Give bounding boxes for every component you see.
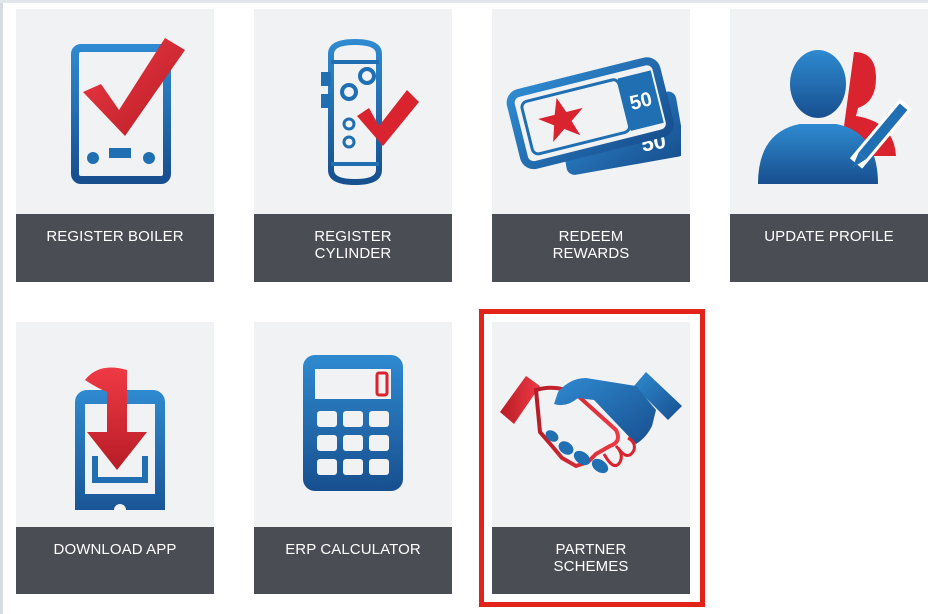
tile-art [492, 322, 690, 527]
page-frame-left [0, 0, 3, 614]
phone-download-icon [75, 367, 165, 510]
tile-download-app[interactable]: DOWNLOAD APP [16, 322, 214, 594]
reward-vouchers-icon: 50 50 [506, 56, 681, 175]
tile-art [16, 322, 214, 527]
tile-label: DOWNLOAD APP [16, 527, 214, 594]
page-frame-top [0, 0, 928, 3]
cylinder-check-icon [321, 38, 419, 185]
tile-art [730, 9, 928, 214]
tile-label: REDEEM REWARDS [492, 214, 690, 282]
tile-label: UPDATE PROFILE [730, 214, 928, 282]
tile-art [254, 322, 452, 527]
tile-partner-schemes[interactable]: PARTNER SCHEMES [492, 322, 690, 594]
tile-art [254, 9, 452, 214]
handshake-icon [500, 371, 682, 473]
tile-label: REGISTER CYLINDER [254, 214, 452, 282]
tile-update-profile[interactable]: UPDATE PROFILE [730, 9, 928, 282]
tile-art: 50 50 [492, 9, 690, 214]
tile-redeem-rewards[interactable]: 50 50 REDEEM REWARDS [492, 9, 690, 282]
calculator-icon [303, 354, 403, 491]
tile-art [16, 9, 214, 214]
tile-label: REGISTER BOILER [16, 214, 214, 282]
user-profile-edit-icon [758, 49, 913, 184]
tile-label: PARTNER SCHEMES [492, 527, 690, 594]
boiler-check-icon [71, 37, 185, 184]
tile-erp-calculator[interactable]: ERP CALCULATOR [254, 322, 452, 594]
tile-register-boiler[interactable]: REGISTER BOILER [16, 9, 214, 282]
tile-label: ERP CALCULATOR [254, 527, 452, 594]
tile-register-cylinder[interactable]: REGISTER CYLINDER [254, 9, 452, 282]
